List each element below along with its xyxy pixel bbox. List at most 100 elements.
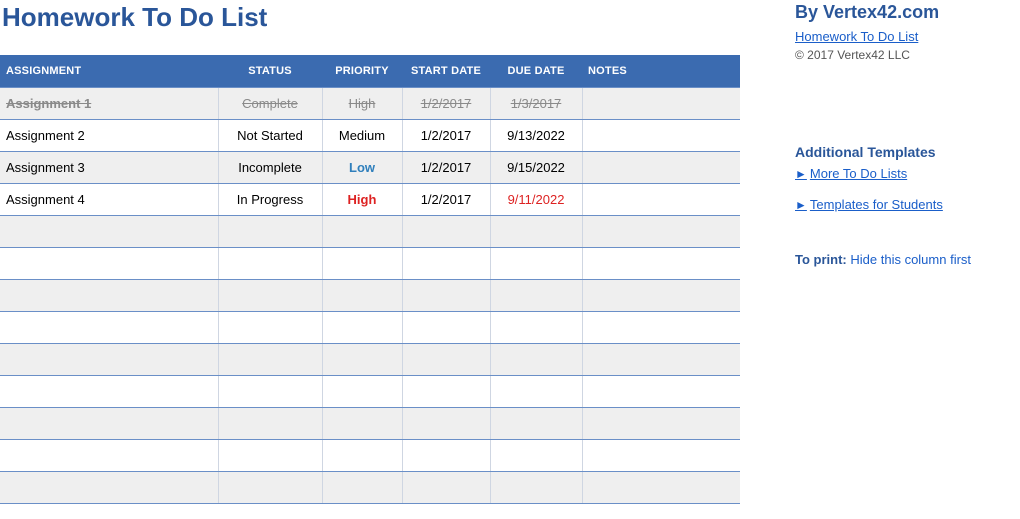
cell-assignment[interactable] xyxy=(0,280,218,312)
cell-notes[interactable] xyxy=(582,152,740,184)
cell-due-date[interactable] xyxy=(490,312,582,344)
cell-due-date[interactable] xyxy=(490,280,582,312)
table-row-empty[interactable] xyxy=(0,248,740,280)
cell-assignment[interactable] xyxy=(0,440,218,472)
cell-status[interactable] xyxy=(218,440,322,472)
cell-due-date[interactable] xyxy=(490,472,582,504)
cell-status[interactable] xyxy=(218,344,322,376)
cell-notes[interactable] xyxy=(582,472,740,504)
cell-due-date[interactable] xyxy=(490,216,582,248)
cell-priority[interactable] xyxy=(322,216,402,248)
cell-due-date[interactable] xyxy=(490,248,582,280)
cell-assignment[interactable] xyxy=(0,344,218,376)
cell-start-date[interactable] xyxy=(402,216,490,248)
cell-start-date[interactable] xyxy=(402,312,490,344)
cell-priority[interactable] xyxy=(322,248,402,280)
cell-notes[interactable] xyxy=(582,440,740,472)
cell-due-date[interactable] xyxy=(490,440,582,472)
cell-due-date[interactable]: 1/3/2017 xyxy=(490,88,582,120)
table-row[interactable]: Assignment 3IncompleteLow1/2/20179/15/20… xyxy=(0,152,740,184)
table-row-empty[interactable] xyxy=(0,472,740,504)
cell-due-date[interactable] xyxy=(490,376,582,408)
cell-status[interactable]: Complete xyxy=(218,88,322,120)
cell-assignment[interactable]: Assignment 1 xyxy=(0,88,218,120)
cell-start-date[interactable] xyxy=(402,280,490,312)
cell-notes[interactable] xyxy=(582,280,740,312)
col-header-notes: Notes xyxy=(582,55,740,88)
cell-assignment[interactable] xyxy=(0,216,218,248)
table-row-empty[interactable] xyxy=(0,344,740,376)
cell-due-date[interactable] xyxy=(490,344,582,376)
cell-start-date[interactable]: 1/2/2017 xyxy=(402,152,490,184)
cell-status[interactable] xyxy=(218,248,322,280)
table-row-empty[interactable] xyxy=(0,408,740,440)
cell-assignment[interactable] xyxy=(0,472,218,504)
cell-notes[interactable] xyxy=(582,408,740,440)
cell-status[interactable] xyxy=(218,312,322,344)
print-note-text: Hide this column first xyxy=(850,252,971,267)
cell-priority[interactable] xyxy=(322,376,402,408)
cell-start-date[interactable] xyxy=(402,248,490,280)
table-row[interactable]: Assignment 2Not StartedMedium1/2/20179/1… xyxy=(0,120,740,152)
cell-start-date[interactable] xyxy=(402,472,490,504)
cell-status[interactable] xyxy=(218,376,322,408)
cell-notes[interactable] xyxy=(582,184,740,216)
cell-priority[interactable] xyxy=(322,472,402,504)
cell-notes[interactable] xyxy=(582,312,740,344)
col-header-due-date: Due Date xyxy=(490,55,582,88)
cell-notes[interactable] xyxy=(582,216,740,248)
table-row-empty[interactable] xyxy=(0,440,740,472)
cell-assignment[interactable]: Assignment 4 xyxy=(0,184,218,216)
cell-priority[interactable]: High xyxy=(322,184,402,216)
sidebar-link-more-todo[interactable]: ►More To Do Lists xyxy=(795,166,1008,181)
cell-start-date[interactable]: 1/2/2017 xyxy=(402,88,490,120)
cell-due-date[interactable] xyxy=(490,408,582,440)
cell-notes[interactable] xyxy=(582,344,740,376)
cell-assignment[interactable] xyxy=(0,408,218,440)
cell-priority[interactable] xyxy=(322,312,402,344)
cell-start-date[interactable] xyxy=(402,440,490,472)
main-panel: Homework To Do List Assignment Status Pr… xyxy=(0,0,740,519)
cell-assignment[interactable]: Assignment 3 xyxy=(0,152,218,184)
cell-priority[interactable]: Medium xyxy=(322,120,402,152)
cell-assignment[interactable] xyxy=(0,376,218,408)
cell-priority[interactable] xyxy=(322,344,402,376)
sidebar-link-more-todo-label: More To Do Lists xyxy=(810,166,907,181)
cell-assignment[interactable] xyxy=(0,248,218,280)
cell-notes[interactable] xyxy=(582,120,740,152)
cell-start-date[interactable]: 1/2/2017 xyxy=(402,120,490,152)
sidebar-link-students[interactable]: ►Templates for Students xyxy=(795,197,1008,212)
table-row[interactable]: Assignment 4In ProgressHigh1/2/20179/11/… xyxy=(0,184,740,216)
sidebar-link-students-label: Templates for Students xyxy=(810,197,943,212)
cell-notes[interactable] xyxy=(582,248,740,280)
sidebar-title-link[interactable]: Homework To Do List xyxy=(795,29,918,44)
cell-priority[interactable] xyxy=(322,408,402,440)
cell-start-date[interactable] xyxy=(402,344,490,376)
cell-status[interactable] xyxy=(218,216,322,248)
cell-priority[interactable] xyxy=(322,440,402,472)
cell-due-date[interactable]: 9/13/2022 xyxy=(490,120,582,152)
table-row-empty[interactable] xyxy=(0,280,740,312)
cell-priority[interactable] xyxy=(322,280,402,312)
table-row-empty[interactable] xyxy=(0,216,740,248)
cell-start-date[interactable]: 1/2/2017 xyxy=(402,184,490,216)
cell-priority[interactable]: High xyxy=(322,88,402,120)
table-row-empty[interactable] xyxy=(0,312,740,344)
cell-notes[interactable] xyxy=(582,88,740,120)
cell-due-date[interactable]: 9/15/2022 xyxy=(490,152,582,184)
cell-status[interactable] xyxy=(218,280,322,312)
cell-status[interactable] xyxy=(218,472,322,504)
table-row[interactable]: Assignment 1CompleteHigh1/2/20171/3/2017 xyxy=(0,88,740,120)
cell-assignment[interactable]: Assignment 2 xyxy=(0,120,218,152)
cell-status[interactable]: Not Started xyxy=(218,120,322,152)
cell-due-date[interactable]: 9/11/2022 xyxy=(490,184,582,216)
cell-notes[interactable] xyxy=(582,376,740,408)
cell-start-date[interactable] xyxy=(402,408,490,440)
cell-assignment[interactable] xyxy=(0,312,218,344)
cell-status[interactable]: Incomplete xyxy=(218,152,322,184)
cell-start-date[interactable] xyxy=(402,376,490,408)
cell-status[interactable] xyxy=(218,408,322,440)
cell-priority[interactable]: Low xyxy=(322,152,402,184)
table-row-empty[interactable] xyxy=(0,376,740,408)
cell-status[interactable]: In Progress xyxy=(218,184,322,216)
